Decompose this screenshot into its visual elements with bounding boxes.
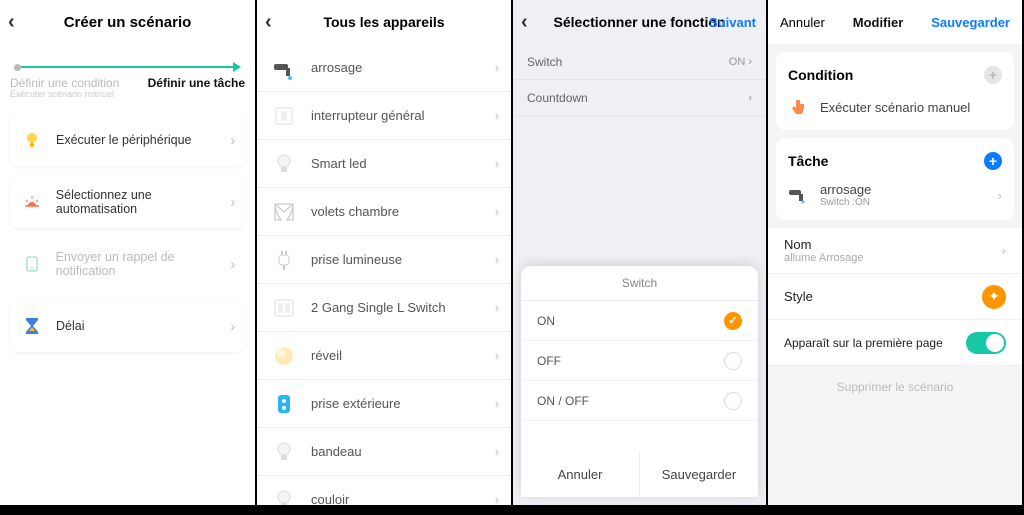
action-sheet: Switch ON OFF ON / OFF Annuler Sauvegard… xyxy=(521,266,758,497)
condition-title: Condition xyxy=(788,67,853,83)
header: ‹ Créer un scénario xyxy=(0,0,255,44)
chevron-right-icon: › xyxy=(495,300,499,315)
step-task-label: Définir une tâche xyxy=(148,76,245,100)
faucet-icon xyxy=(271,55,297,81)
bulb-grey-icon xyxy=(271,151,297,177)
pane-all-devices: ‹ Tous les appareils arrosage› interrupt… xyxy=(257,0,513,505)
option-select-automation[interactable]: Sélectionnez une automatisation › xyxy=(10,176,245,228)
add-condition-button[interactable]: + xyxy=(984,66,1002,84)
phone-icon xyxy=(20,252,44,276)
sheet-option-on[interactable]: ON xyxy=(521,301,758,341)
compass-icon: ✦ xyxy=(982,285,1006,309)
option-run-device[interactable]: Exécuter le périphérique › xyxy=(10,114,245,166)
chevron-right-icon: › xyxy=(495,156,499,171)
pane-edit-scenario: Annuler Modifier Sauvegarder Condition +… xyxy=(768,0,1024,505)
sheet-option-off[interactable]: OFF xyxy=(521,341,758,381)
chevron-right-icon: › xyxy=(495,492,499,505)
task-section: Tâche + arrosage Switch :ON › xyxy=(776,138,1014,220)
chevron-right-icon: › xyxy=(495,444,499,459)
chevron-right-icon: › xyxy=(495,108,499,123)
header-title: Créer un scénario xyxy=(64,14,192,31)
save-button[interactable]: Sauvegarder xyxy=(931,15,1010,30)
switch2-icon xyxy=(271,295,297,321)
condition-item[interactable]: Exécuter scénario manuel xyxy=(788,86,1002,120)
row-name[interactable]: Nom allume Arrosage › xyxy=(768,228,1022,274)
chevron-right-icon: › xyxy=(1002,243,1006,258)
action-sheet-backdrop: Switch ON OFF ON / OFF Annuler Sauvegard… xyxy=(513,0,766,505)
sheet-save-button[interactable]: Sauvegarder xyxy=(640,451,758,497)
task-title: Tâche xyxy=(788,153,828,169)
device-interrupteur-general[interactable]: interrupteur général› xyxy=(257,92,511,140)
radio-icon xyxy=(724,352,742,370)
sunrise-icon xyxy=(20,190,44,214)
device-reveil[interactable]: réveil› xyxy=(257,332,511,380)
device-couloir[interactable]: couloir› xyxy=(257,476,511,505)
bulb-icon xyxy=(20,128,44,152)
row-appear-first-page[interactable]: Apparaît sur la première page xyxy=(768,320,1022,366)
device-2gang-switch[interactable]: 2 Gang Single L Switch› xyxy=(257,284,511,332)
progress-bar xyxy=(0,44,255,76)
chevron-right-icon: › xyxy=(495,348,499,363)
pane-select-function: ‹ Sélectionner une fonction Suivant Swit… xyxy=(513,0,768,505)
option-send-notification: Envoyer un rappel de notification › xyxy=(10,238,245,290)
chevron-right-icon: › xyxy=(495,396,499,411)
option-delay[interactable]: Délai › xyxy=(10,300,245,352)
bulb-grey-icon xyxy=(271,487,297,506)
back-icon[interactable]: ‹ xyxy=(265,11,272,34)
header: Annuler Modifier Sauvegarder xyxy=(768,0,1022,44)
chevron-right-icon: › xyxy=(230,194,235,210)
device-list: arrosage› interrupteur général› Smart le… xyxy=(257,44,511,505)
faucet-icon xyxy=(788,184,810,206)
back-icon[interactable]: ‹ xyxy=(8,11,15,34)
device-prise-exterieure[interactable]: prise extérieure› xyxy=(257,380,511,428)
step-condition-label: Définir une condition xyxy=(10,76,119,90)
chevron-right-icon: › xyxy=(998,188,1002,203)
pane-create-scenario: ‹ Créer un scénario Définir une conditio… xyxy=(0,0,257,505)
radio-icon xyxy=(724,392,742,410)
step-labels: Définir une condition Exécuter scénario … xyxy=(0,76,255,114)
toggle-on[interactable] xyxy=(966,332,1006,354)
device-prise-lumineuse[interactable]: prise lumineuse› xyxy=(257,236,511,284)
delete-scenario-button[interactable]: Supprimer le scénario xyxy=(768,366,1022,408)
plug-icon xyxy=(271,247,297,273)
sheet-option-toggle[interactable]: ON / OFF xyxy=(521,381,758,421)
chevron-right-icon: › xyxy=(230,132,235,148)
task-options: Exécuter le périphérique › Sélectionnez … xyxy=(0,114,255,352)
chevron-right-icon: › xyxy=(230,318,235,334)
tap-icon xyxy=(788,96,810,118)
cancel-button[interactable]: Annuler xyxy=(780,15,825,30)
chevron-right-icon: › xyxy=(495,204,499,219)
lamp-icon xyxy=(271,343,297,369)
device-bandeau[interactable]: bandeau› xyxy=(257,428,511,476)
radio-checked-icon xyxy=(724,312,742,330)
device-smart-led[interactable]: Smart led› xyxy=(257,140,511,188)
switch-icon xyxy=(271,103,297,129)
device-arrosage[interactable]: arrosage› xyxy=(257,44,511,92)
device-volets-chambre[interactable]: volets chambre› xyxy=(257,188,511,236)
sheet-cancel-button[interactable]: Annuler xyxy=(521,451,640,497)
condition-section: Condition + Exécuter scénario manuel xyxy=(776,52,1014,130)
header-title: Tous les appareils xyxy=(323,14,444,30)
header: ‹ Tous les appareils xyxy=(257,0,511,44)
row-style[interactable]: Style ✦ xyxy=(768,274,1022,320)
add-task-button[interactable]: + xyxy=(984,152,1002,170)
curtain-icon xyxy=(271,199,297,225)
hourglass-icon xyxy=(20,314,44,338)
bulb-grey-icon xyxy=(271,439,297,465)
step-condition-sub: Exécuter scénario manuel xyxy=(10,90,119,100)
outdoor-plug-icon xyxy=(271,391,297,417)
header-title: Modifier xyxy=(853,15,904,30)
sheet-title: Switch xyxy=(521,266,758,301)
chevron-right-icon: › xyxy=(495,60,499,75)
chevron-right-icon: › xyxy=(495,252,499,267)
chevron-right-icon: › xyxy=(230,256,235,272)
task-item[interactable]: arrosage Switch :ON › xyxy=(788,172,1002,210)
